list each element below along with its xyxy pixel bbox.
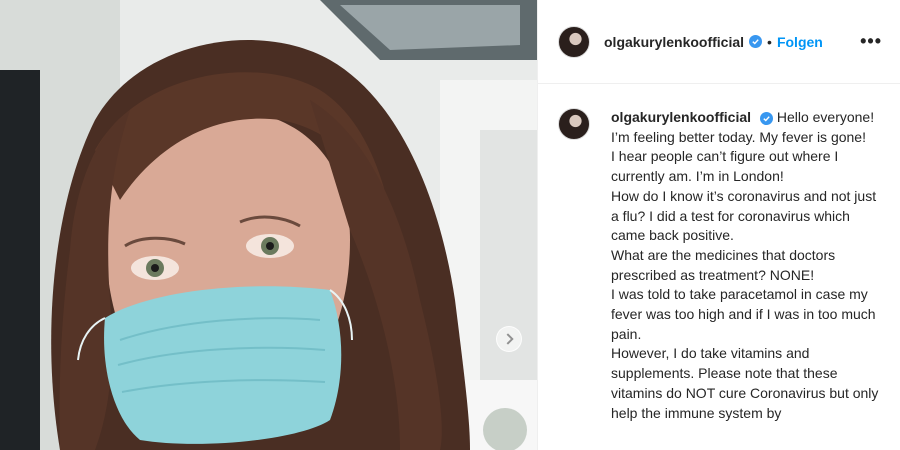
post-header: olgakurylenkoofficial • Folgen ••• <box>538 0 900 84</box>
verified-badge-icon <box>749 35 763 48</box>
separator-dot: • <box>767 33 772 50</box>
caption-line: I hear people can’t figure out where I c… <box>611 148 839 185</box>
follow-button[interactable]: Folgen <box>777 34 823 50</box>
verified-badge-icon <box>759 112 773 125</box>
avatar[interactable] <box>558 25 590 58</box>
caption-line: What are the medicines that doctors pres… <box>611 246 836 283</box>
caption-line: I was told to take paracetamol in case m… <box>611 286 876 342</box>
chevron-right-icon <box>501 333 514 345</box>
carousel-next-button[interactable] <box>496 326 522 352</box>
header-username[interactable]: olgakurylenkoofficial <box>604 34 744 50</box>
caption-text: olgakurylenkoofficial Hello everyone! I’… <box>611 108 883 423</box>
selfie-image <box>0 0 537 450</box>
post-sidebar: olgakurylenkoofficial • Folgen ••• olgak… <box>537 0 900 450</box>
caption-username[interactable]: olgakurylenkoofficial <box>611 109 751 125</box>
caption-block: olgakurylenkoofficial Hello everyone! I’… <box>538 84 900 423</box>
caption-line: How do I know it’s coronavirus and not j… <box>611 187 877 244</box>
caption-line: However, I do take vitamins and suppleme… <box>611 345 879 421</box>
caption-avatar[interactable] <box>558 108 590 140</box>
post-photo[interactable] <box>0 0 537 450</box>
more-options-icon[interactable]: ••• <box>860 31 888 52</box>
